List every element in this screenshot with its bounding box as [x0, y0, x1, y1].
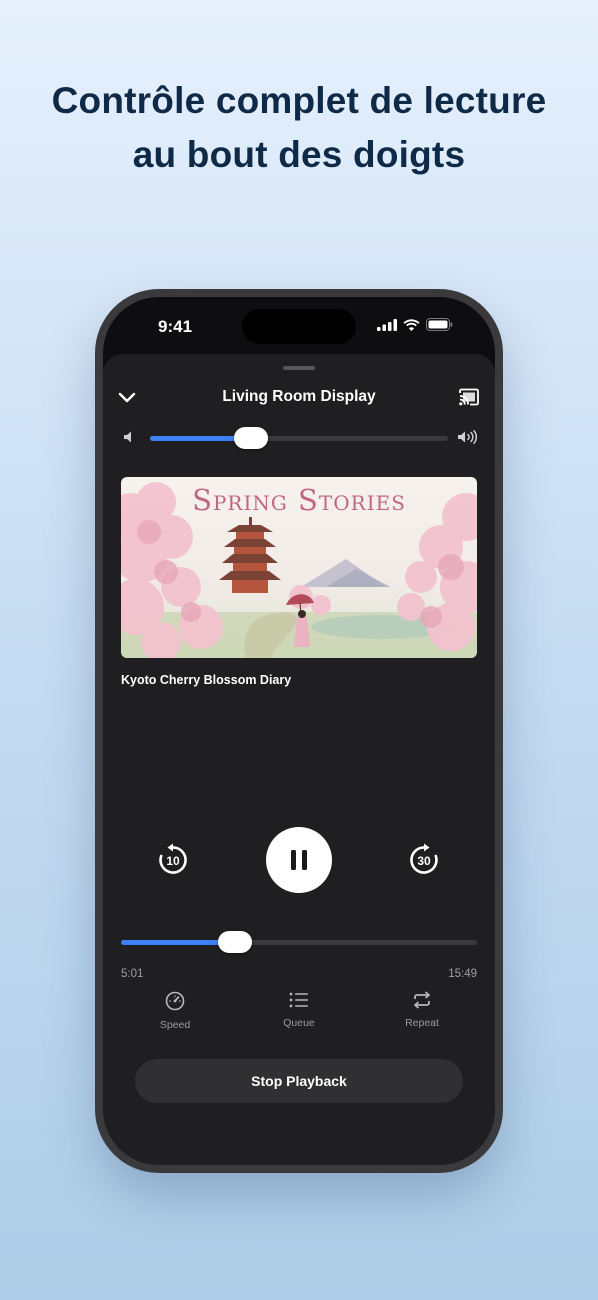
dynamic-island [242, 309, 356, 344]
player-sheet: Living Room Display Spring Stories Kyoto… [103, 354, 495, 1165]
pause-button[interactable] [266, 827, 332, 893]
speed-button[interactable]: Speed [135, 991, 215, 1031]
album-artwork: Spring Stories [121, 477, 477, 658]
volume-mute-button[interactable] [121, 429, 137, 445]
signal-icon [377, 318, 397, 331]
forward-icon: 30 [410, 843, 438, 874]
skip-back-seconds: 10 [166, 854, 180, 868]
device-name: Living Room Display [222, 388, 376, 405]
duration-time: 15:49 [448, 968, 477, 980]
wifi-icon [403, 318, 420, 331]
skip-back-button[interactable]: 10 [153, 840, 193, 880]
status-icons [377, 318, 453, 331]
phone-frame: 9:41 Living Room Display Spring Stories … [95, 289, 503, 1173]
speaker-low-icon [123, 431, 131, 443]
headline-line-2: au bout des doigts [132, 134, 466, 175]
volume-max-button[interactable] [457, 428, 481, 446]
artwork-title: Spring Stories [192, 483, 406, 517]
track-title: Kyoto Cherry Blossom Diary [121, 673, 292, 687]
skip-forward-button[interactable]: 30 [404, 840, 444, 880]
pause-icon [291, 850, 307, 870]
queue-button[interactable]: Queue [259, 991, 339, 1029]
cast-button[interactable] [455, 385, 483, 409]
status-time: 9:41 [158, 317, 193, 336]
repeat-icon [414, 991, 430, 1009]
status-bar: 9:41 [103, 297, 495, 357]
rewind-icon: 10 [159, 843, 187, 874]
queue-label: Queue [283, 1017, 315, 1029]
speaker-high-icon [458, 430, 478, 444]
speed-label: Speed [159, 1019, 191, 1031]
list-icon [289, 992, 308, 1008]
stop-playback-button[interactable]: Stop Playback [135, 1059, 463, 1103]
headline: Contrôle complet de lecture au bout des … [0, 74, 598, 182]
headline-line-1: Contrôle complet de lecture [51, 80, 547, 121]
repeat-label: Repeat [405, 1017, 439, 1029]
repeat-button[interactable]: Repeat [382, 991, 462, 1029]
volume-thumb[interactable] [234, 427, 269, 449]
volume-slider[interactable] [150, 427, 448, 449]
progress-slider[interactable] [121, 931, 477, 953]
sheet-grabber[interactable] [283, 366, 315, 370]
progress-thumb[interactable] [217, 931, 252, 953]
cast-icon [459, 388, 479, 406]
speedometer-icon [165, 991, 185, 1011]
skip-forward-seconds: 30 [417, 854, 431, 868]
elapsed-time: 5:01 [121, 968, 144, 980]
battery-icon [426, 318, 453, 331]
phone-screen: 9:41 Living Room Display Spring Stories … [103, 297, 495, 1165]
